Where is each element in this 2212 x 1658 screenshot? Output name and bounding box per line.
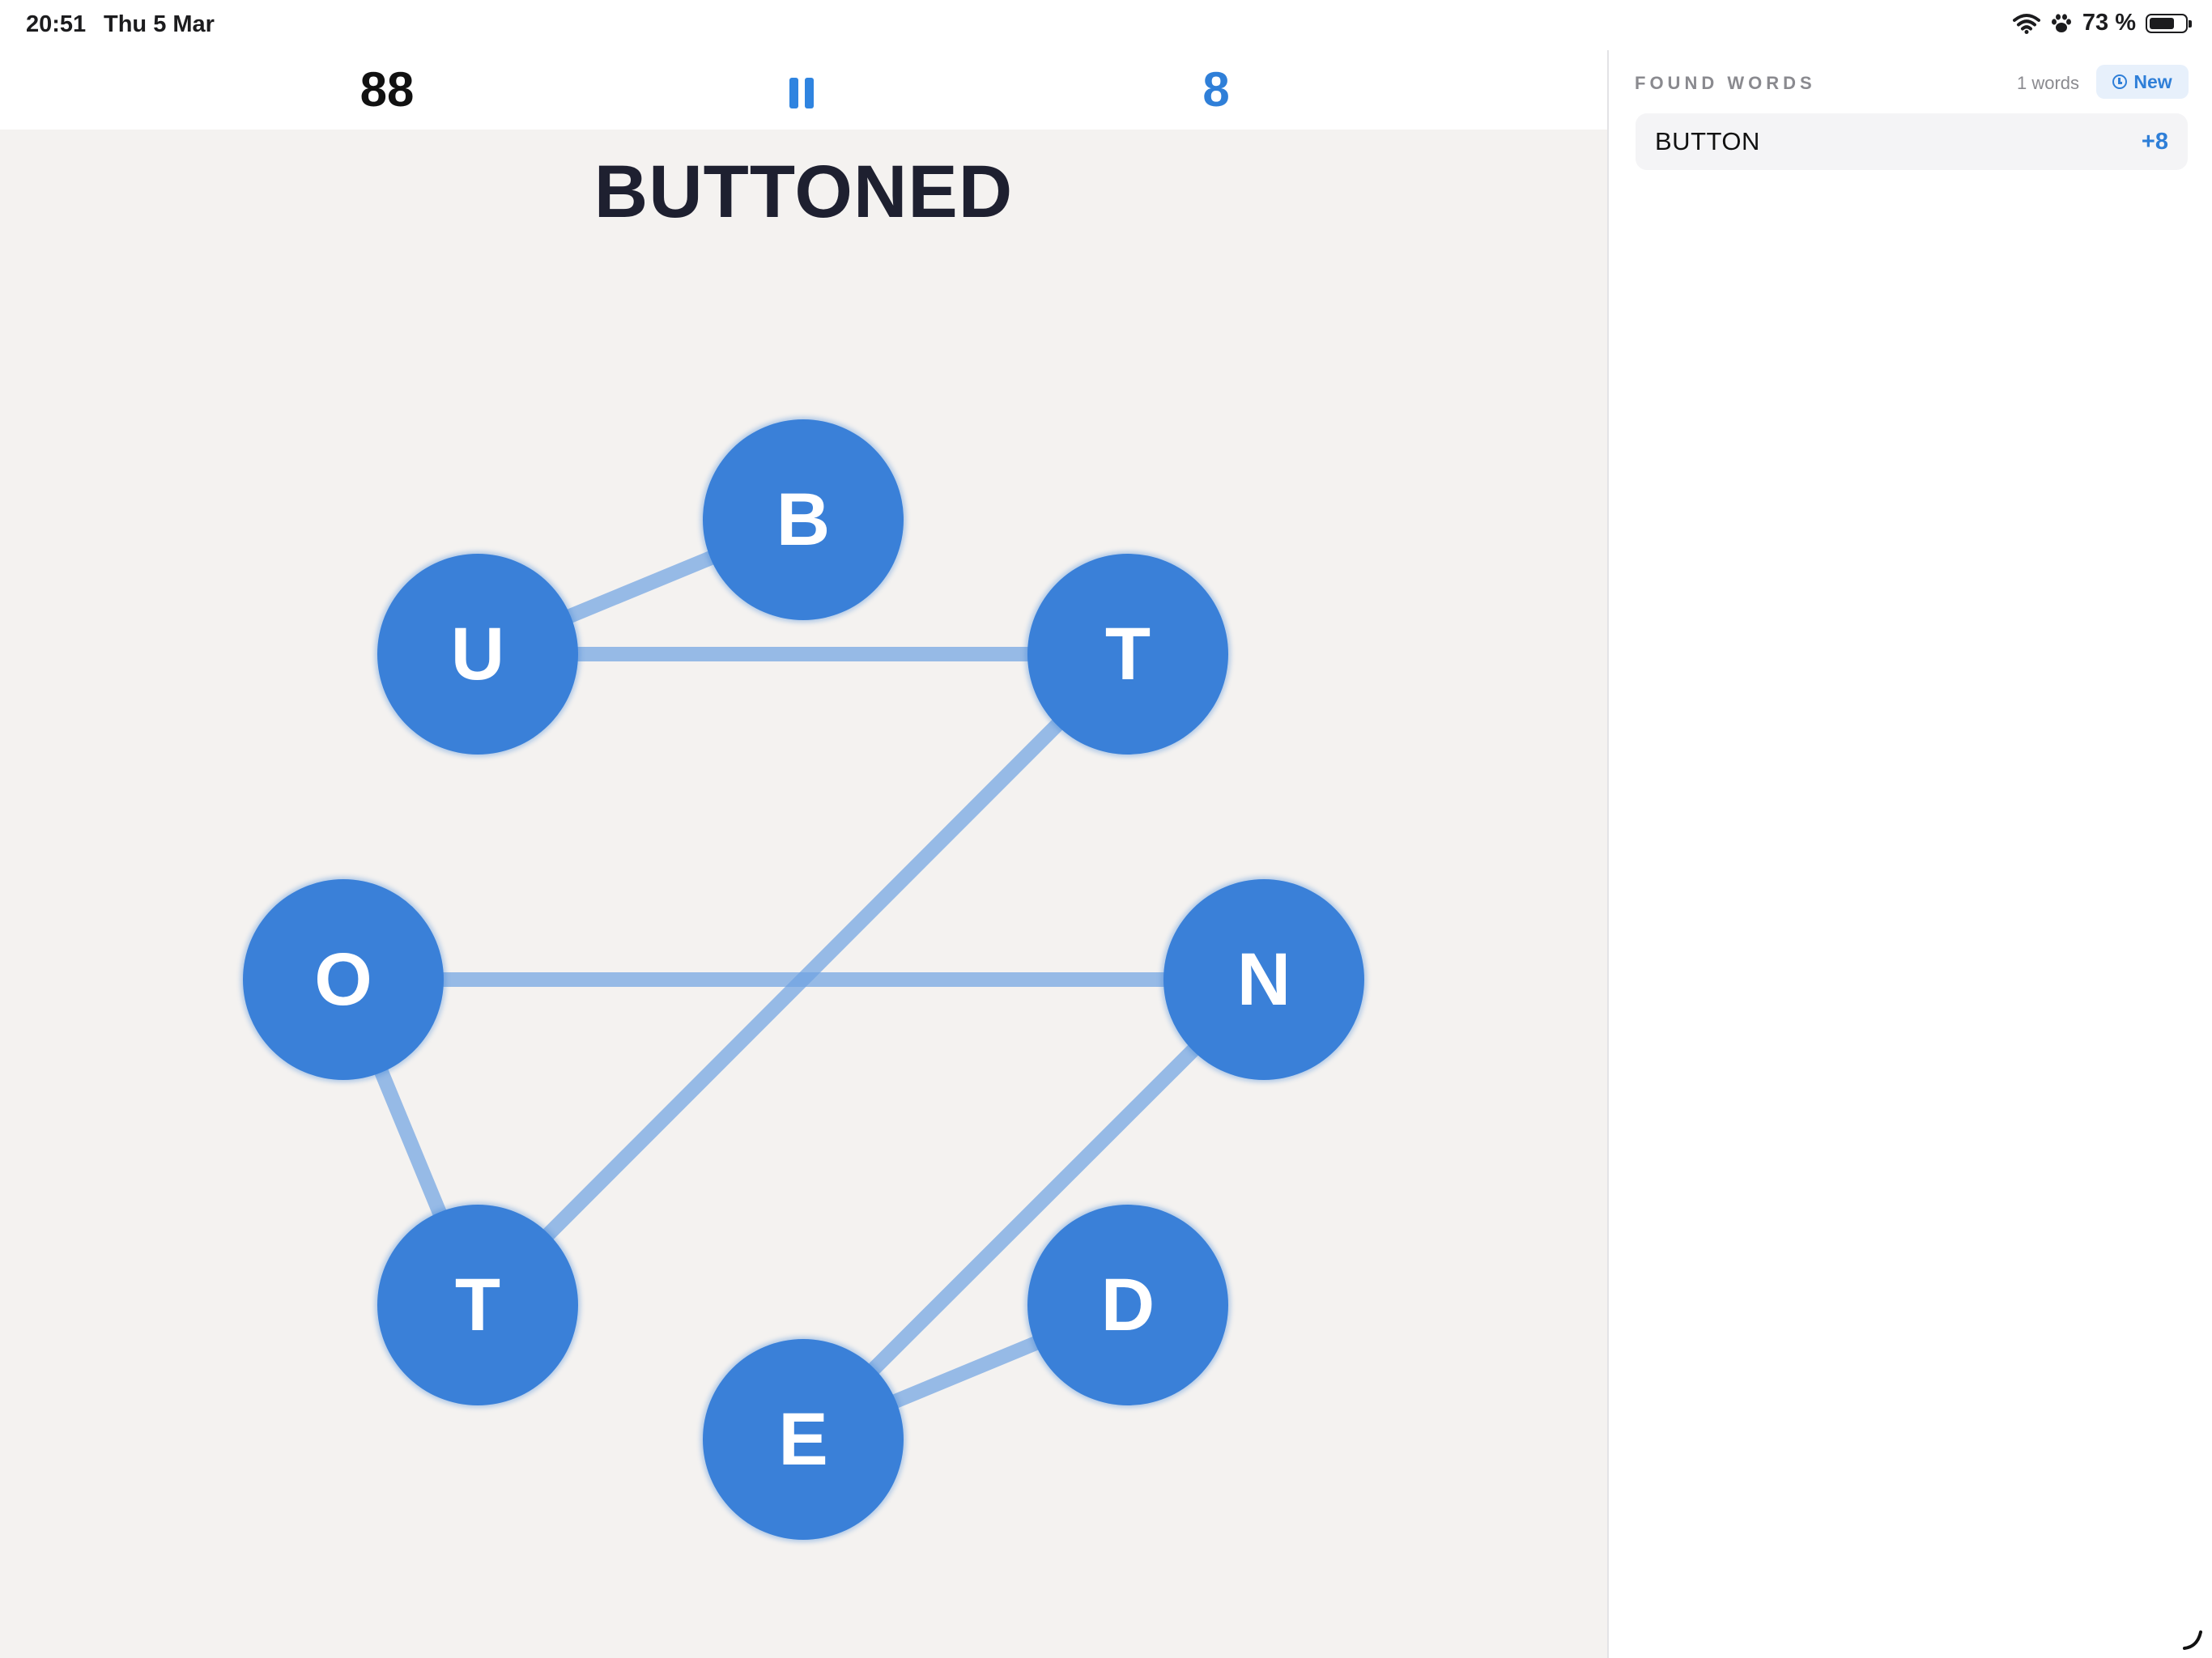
- found-word-list: BUTTON +8: [1636, 113, 2188, 178]
- letter-node-o[interactable]: O: [243, 879, 444, 1080]
- letter-node-t-bottom[interactable]: T: [377, 1205, 578, 1405]
- status-indicators: 73 %: [2012, 10, 2192, 36]
- found-words-panel: FOUND WORDS 1 words New BUTTON +8: [1607, 50, 2212, 1658]
- letter-label: T: [454, 1263, 501, 1346]
- loading-spinner-icon: [2183, 1630, 2202, 1650]
- new-game-button[interactable]: New: [2096, 65, 2189, 99]
- panel-title: FOUND WORDS: [1635, 73, 1816, 93]
- letter-board[interactable]: BUTTONED B U T O N T E D: [0, 130, 1607, 1658]
- battery-percentage: 73 %: [2082, 10, 2136, 36]
- clock-icon: [2112, 74, 2128, 89]
- status-date: Thu 5 Mar: [104, 11, 215, 37]
- pause-button[interactable]: [784, 71, 821, 112]
- word-count: 8: [1202, 62, 1230, 117]
- game-top-bar: 88 8: [0, 50, 1607, 130]
- letter-node-d[interactable]: D: [1027, 1205, 1228, 1405]
- letter-label: U: [450, 612, 505, 695]
- paw-icon: [2051, 13, 2071, 32]
- letter-label: O: [314, 937, 372, 1021]
- battery-nub: [2189, 19, 2192, 28]
- found-word: BUTTON: [1655, 127, 1760, 155]
- letter-label: E: [778, 1397, 828, 1481]
- letter-label: T: [1104, 612, 1151, 695]
- found-count: 1 words: [2017, 73, 2080, 93]
- wifi-icon: [2012, 13, 2040, 34]
- letter-label: B: [776, 478, 831, 561]
- battery-fill: [2150, 17, 2174, 29]
- new-button-label: New: [2133, 70, 2172, 92]
- letter-label: N: [1236, 937, 1291, 1021]
- found-word-points: +8: [2141, 128, 2168, 155]
- status-bar: 20:51 Thu 5 Mar 73 %: [0, 0, 2212, 50]
- found-word-row[interactable]: BUTTON +8: [1636, 113, 2188, 170]
- status-time: 20:51: [26, 11, 87, 37]
- score: 88: [359, 62, 415, 117]
- letter-node-n[interactable]: N: [1163, 879, 1364, 1080]
- game-area: 88 8 BUTTONED B U T O N T E D: [0, 50, 1607, 1658]
- letter-node-e[interactable]: E: [703, 1339, 904, 1540]
- letter-node-u[interactable]: U: [377, 554, 578, 755]
- letter-node-t-top[interactable]: T: [1027, 554, 1228, 755]
- letter-node-b[interactable]: B: [703, 419, 904, 620]
- battery-icon: [2146, 13, 2192, 33]
- letter-label: D: [1100, 1263, 1155, 1346]
